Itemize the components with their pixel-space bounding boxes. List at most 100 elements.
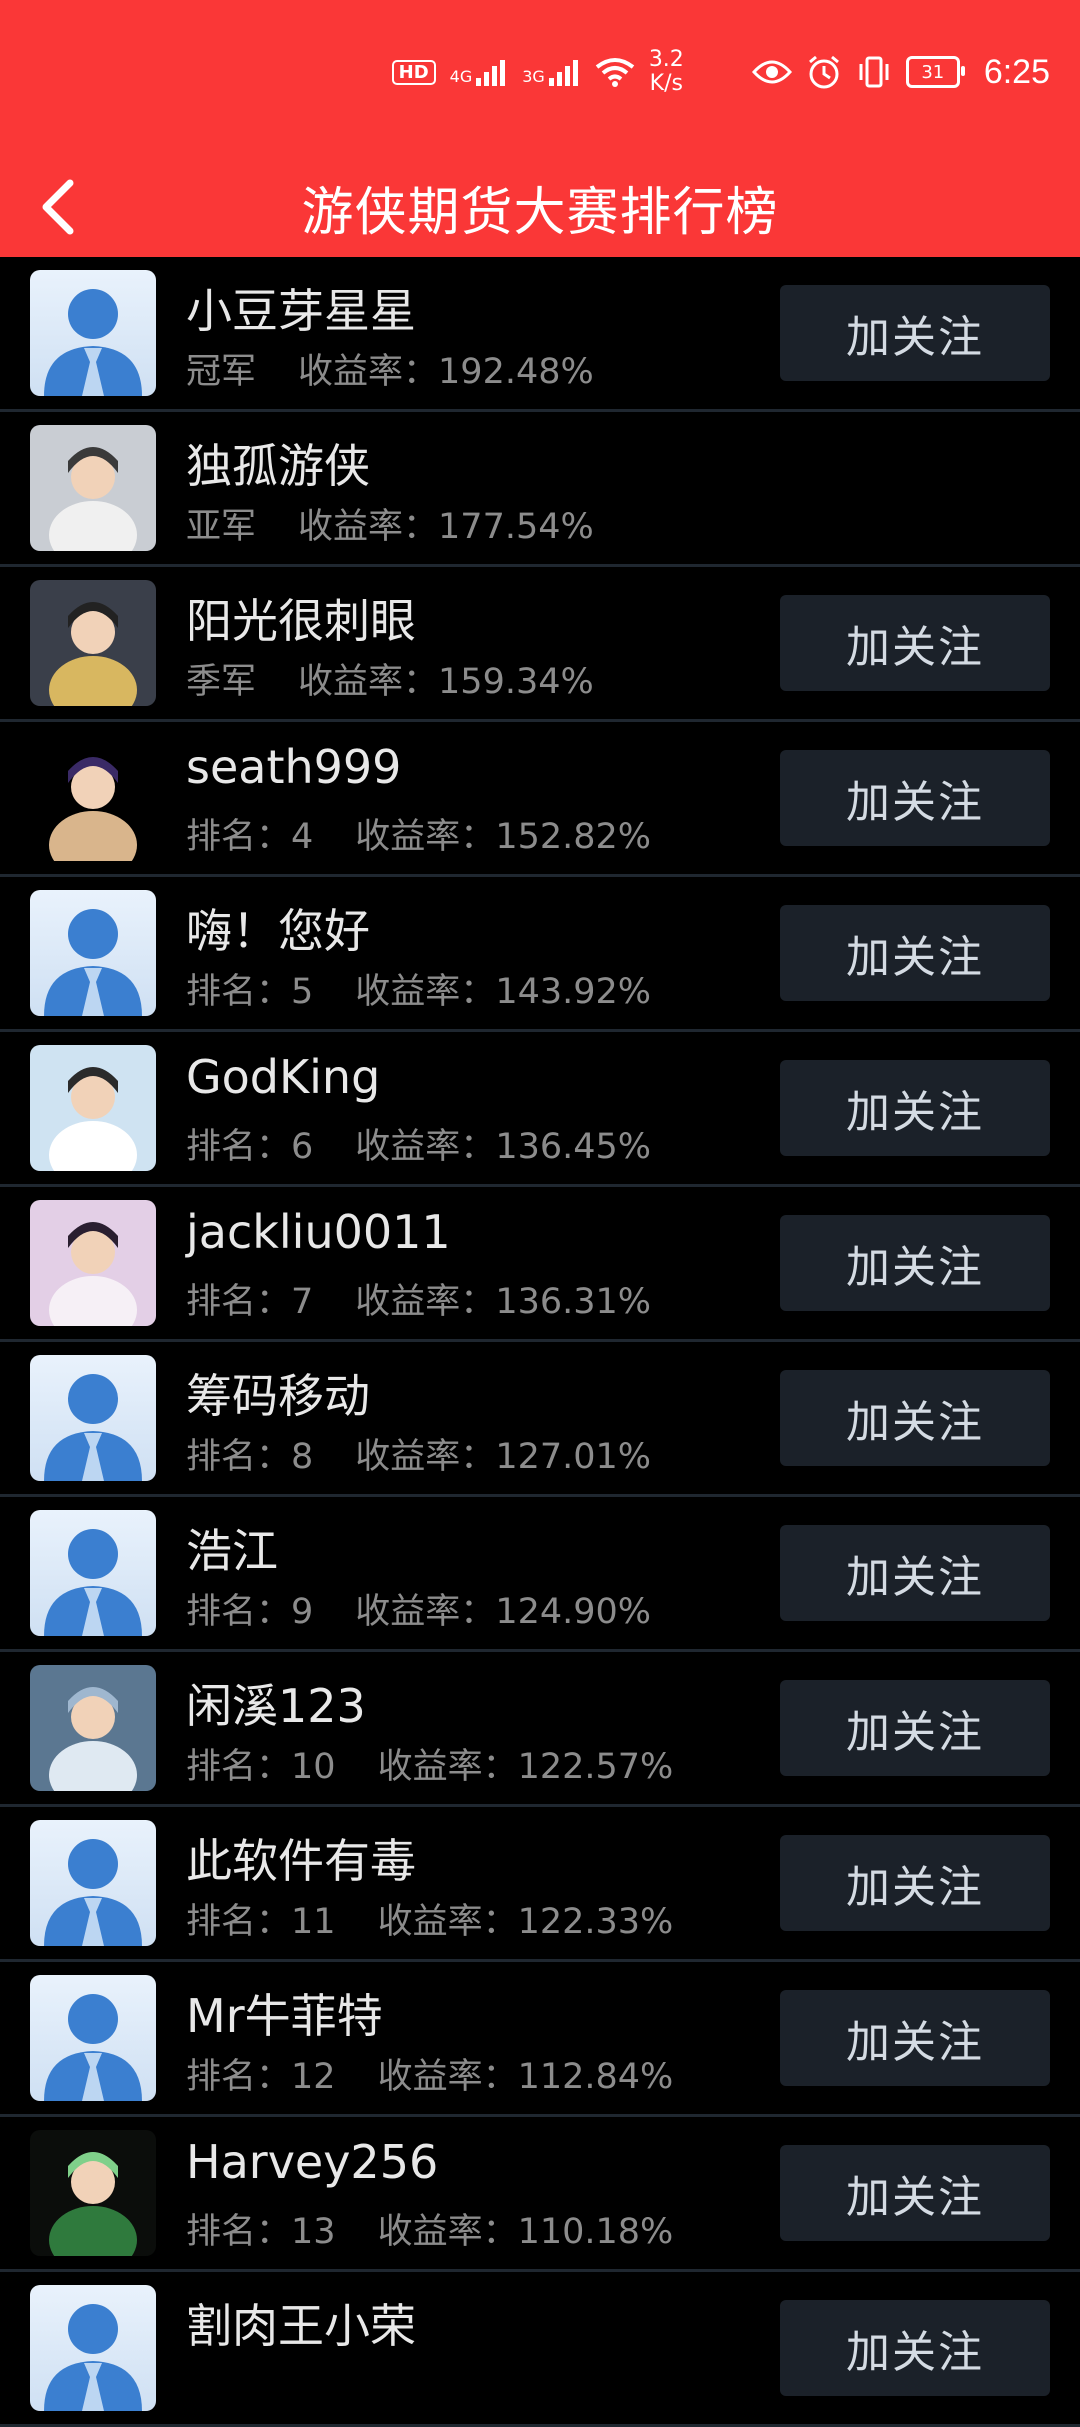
page-title: 游侠期货大赛排行榜 — [301, 182, 779, 243]
follow-button[interactable]: 加关注 — [780, 905, 1050, 1001]
rank-value: 6 — [291, 1127, 314, 1167]
eye-icon — [751, 60, 792, 84]
follow-button[interactable]: 加关注 — [780, 285, 1050, 381]
ranking-row[interactable]: seath999 排名：4 收益率：152.82% 加关注 — [0, 722, 1080, 877]
user-name[interactable]: jackliu0011 — [186, 1205, 451, 1259]
rank-label: 排名： — [186, 1437, 292, 1477]
title-bar: 游侠期货大赛排行榜 — [0, 157, 1080, 257]
user-name[interactable]: 浩江 — [186, 1515, 278, 1581]
user-name[interactable]: Mr牛菲特 — [186, 1980, 383, 2046]
user-name[interactable]: 闲溪123 — [186, 1670, 366, 1736]
network-speed-unit: K/s — [649, 71, 683, 96]
user-name[interactable]: seath999 — [186, 740, 401, 794]
user-name[interactable]: Harvey256 — [186, 2135, 438, 2189]
follow-button[interactable]: 加关注 — [780, 1525, 1050, 1621]
wifi-icon — [595, 58, 635, 87]
rank-label: 排名： — [186, 1127, 292, 1167]
user-stats: 排名：13 收益率：110.18% — [186, 2203, 673, 2254]
hd-badge: HD — [391, 59, 436, 85]
ranking-row[interactable]: Harvey256 排名：13 收益率：110.18% 加关注 — [0, 2117, 1080, 2272]
rank-value: 8 — [291, 1437, 314, 1477]
rate-label: 收益率： — [355, 1127, 496, 1167]
rank-value: 4 — [291, 817, 314, 857]
follow-button[interactable]: 加关注 — [780, 595, 1050, 691]
default-avatar[interactable] — [30, 270, 156, 396]
back-button[interactable] — [28, 173, 88, 241]
rate-value: 127.01% — [495, 1437, 652, 1477]
rate-value: 136.31% — [495, 1282, 652, 1322]
rank-value: 10 — [291, 1747, 336, 1787]
ranking-row[interactable]: 独孤游侠 亚军 收益率：177.54% — [0, 412, 1080, 567]
rate-value: 143.92% — [495, 972, 652, 1012]
lady-white-avatar[interactable] — [30, 1045, 156, 1171]
rate-label: 收益率： — [298, 662, 439, 702]
rate-value: 136.45% — [495, 1127, 652, 1167]
ranking-row[interactable]: GodKing 排名：6 收益率：136.45% 加关注 — [0, 1032, 1080, 1187]
user-stats: 冠军 收益率：192.48% — [186, 343, 594, 394]
user-stats: 排名：9 收益率：124.90% — [186, 1583, 651, 1634]
rank-label: 排名： — [186, 1282, 292, 1322]
follow-button[interactable]: 加关注 — [780, 2300, 1050, 2396]
ranking-row[interactable]: 此软件有毒 排名：11 收益率：122.33% 加关注 — [0, 1807, 1080, 1962]
ranking-row[interactable]: 小豆芽星星 冠军 收益率：192.48% 加关注 — [0, 257, 1080, 412]
default-avatar[interactable] — [30, 890, 156, 1016]
rank-value: 季军 — [186, 662, 257, 702]
rank-label: 排名： — [186, 1592, 292, 1632]
silver-knight-avatar[interactable] — [30, 1665, 156, 1791]
status-icons: HD 4G 3G 3.2 K/s 31 6:25 — [391, 47, 1050, 96]
cartoon-hero-avatar[interactable] — [30, 735, 156, 861]
rate-label: 收益率： — [355, 972, 496, 1012]
ranking-row[interactable]: Mr牛菲特 排名：12 收益率：112.84% 加关注 — [0, 1962, 1080, 2117]
jade-dragon-avatar[interactable] — [30, 2130, 156, 2256]
follow-button[interactable]: 加关注 — [780, 1060, 1050, 1156]
rate-label: 收益率： — [377, 2057, 518, 2097]
ranking-row[interactable]: 嗨！您好 排名：5 收益率：143.92% 加关注 — [0, 877, 1080, 1032]
rank-label: 排名： — [186, 1747, 292, 1787]
swordsman-white-avatar[interactable] — [30, 425, 156, 551]
status-bar: HD 4G 3G 3.2 K/s 31 6:25 — [0, 0, 1080, 157]
default-avatar[interactable] — [30, 1975, 156, 2101]
lady-blossom-avatar[interactable] — [30, 1200, 156, 1326]
default-avatar[interactable] — [30, 1510, 156, 1636]
user-name[interactable]: 嗨！您好 — [186, 895, 370, 961]
ranking-row[interactable]: 闲溪123 排名：10 收益率：122.57% 加关注 — [0, 1652, 1080, 1807]
user-name[interactable]: GodKing — [186, 1050, 380, 1104]
follow-button[interactable]: 加关注 — [780, 1835, 1050, 1931]
user-name[interactable]: 独孤游侠 — [186, 430, 370, 496]
ranking-list[interactable]: 小豆芽星星 冠军 收益率：192.48% 加关注 独孤游侠 亚军 收益率：177.54% 阳光… — [0, 257, 1080, 2427]
ranking-row[interactable]: 筹码移动排名：8 收益率：127.01% 加关注 — [0, 1342, 1080, 1497]
ranking-row[interactable]: 阳光很刺眼 季军 收益率：159.34% 加关注 — [0, 567, 1080, 722]
default-avatar[interactable] — [30, 2285, 156, 2411]
rate-value: 110.18% — [517, 2212, 674, 2252]
follow-button[interactable]: 加关注 — [780, 1215, 1050, 1311]
user-stats: 排名：11 收益率：122.33% — [186, 1893, 673, 1944]
swordsman-gold-avatar[interactable] — [30, 580, 156, 706]
follow-button[interactable]: 加关注 — [780, 1990, 1050, 2086]
network-speed-value: 3.2 — [648, 47, 684, 72]
user-name[interactable]: 筹码移动 — [186, 1360, 370, 1426]
default-avatar[interactable] — [30, 1820, 156, 1946]
rank-value: 9 — [291, 1592, 314, 1632]
rank-value: 冠军 — [186, 352, 257, 392]
default-avatar[interactable] — [30, 1355, 156, 1481]
follow-button[interactable]: 加关注 — [780, 750, 1050, 846]
rank-label: 排名： — [186, 2212, 292, 2252]
user-name[interactable]: 割肉王小荣 — [186, 2290, 416, 2356]
user-stats: 排名：4 收益率：152.82% — [186, 808, 651, 859]
rank-label: 排名： — [186, 1902, 292, 1942]
user-name[interactable]: 此软件有毒 — [186, 1825, 416, 1891]
signal-3g-label: 3G — [522, 67, 545, 86]
ranking-row[interactable]: jackliu0011 排名：7 收益率：136.31% 加关注 — [0, 1187, 1080, 1342]
follow-button[interactable]: 加关注 — [780, 1680, 1050, 1776]
ranking-row[interactable]: 割肉王小荣 加关注 — [0, 2272, 1080, 2427]
rate-value: 124.90% — [495, 1592, 652, 1632]
rate-label: 收益率： — [355, 1437, 496, 1477]
user-name[interactable]: 小豆芽星星 — [186, 275, 416, 341]
follow-button[interactable]: 加关注 — [780, 2145, 1050, 2241]
rate-label: 收益率： — [355, 817, 496, 857]
follow-button[interactable]: 加关注 — [780, 1370, 1050, 1466]
user-name[interactable]: 阳光很刺眼 — [186, 585, 416, 651]
rate-value: 192.48% — [438, 352, 594, 392]
ranking-row[interactable]: 浩江 排名：9 收益率：124.90% 加关注 — [0, 1497, 1080, 1652]
signal-4g-label: 4G — [449, 67, 473, 86]
